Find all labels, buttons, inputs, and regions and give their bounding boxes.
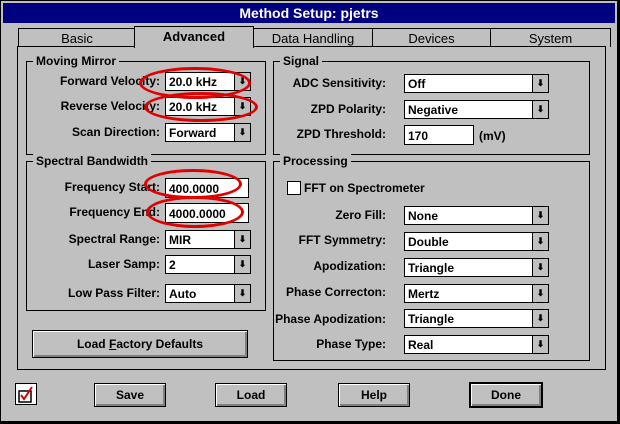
low-pass-filter-value: Auto: [169, 287, 197, 301]
signal-group: Signal ADC Sensitivity: Off ⬇ ZPD Polari…: [273, 54, 590, 155]
apodization-select[interactable]: Triangle ⬇: [404, 258, 549, 277]
frequency-start-value: 400.0000: [169, 182, 220, 196]
chevron-down-icon[interactable]: ⬇: [234, 231, 250, 248]
fft-symmetry-label: FFT Symmetry:: [298, 233, 386, 247]
forward-velocity-label: Forward Velocity:: [59, 74, 160, 88]
phase-type-value: Real: [408, 338, 434, 352]
chevron-down-icon[interactable]: ⬇: [532, 75, 548, 92]
chevron-down-icon[interactable]: ⬇: [234, 256, 250, 273]
chevron-down-icon[interactable]: ⬇: [532, 207, 548, 224]
window-title: Method Setup: pjetrs: [3, 3, 615, 23]
moving-mirror-group: Moving Mirror Forward Velocity: 20.0 kHz…: [26, 54, 266, 155]
chevron-down-icon[interactable]: ⬇: [532, 233, 548, 250]
phase-correction-select[interactable]: Mertz ⬇: [404, 284, 549, 303]
zero-fill-value: None: [408, 209, 438, 223]
done-button[interactable]: Done: [469, 382, 543, 408]
chevron-down-icon[interactable]: ⬇: [532, 259, 548, 276]
zpd-polarity-select[interactable]: Negative ⬇: [404, 100, 549, 119]
apodization-value: Triangle: [408, 261, 455, 275]
processing-group: Processing FFT on Spectrometer Zero Fill…: [273, 154, 590, 361]
tab-data-handling[interactable]: Data Handling: [253, 28, 373, 47]
chevron-down-icon[interactable]: ⬇: [234, 124, 250, 141]
chevron-down-icon[interactable]: ⬇: [532, 101, 548, 118]
adc-sensitivity-value: Off: [408, 77, 426, 91]
frequency-end-field[interactable]: 4000.0000: [165, 203, 249, 223]
laser-samp-select[interactable]: 2 ⬇: [165, 255, 251, 274]
adc-sensitivity-select[interactable]: Off ⬇: [404, 74, 549, 93]
forward-velocity-value: 20.0 kHz: [169, 75, 218, 89]
frequency-start-label: Frequency Start:: [64, 180, 160, 194]
load-factory-defaults-label-pre: Load: [76, 337, 109, 351]
processing-title: Processing: [280, 154, 351, 168]
zpd-threshold-label: ZPD Threshold:: [296, 127, 386, 141]
apodization-label: Apodization:: [313, 259, 386, 273]
zpd-threshold-unit: (mV): [479, 129, 506, 143]
chevron-down-icon[interactable]: ⬇: [532, 310, 548, 327]
frequency-start-field[interactable]: 400.0000: [165, 178, 249, 198]
chevron-down-icon[interactable]: ⬇: [234, 285, 250, 302]
chevron-down-icon[interactable]: ⬇: [234, 73, 250, 90]
help-button[interactable]: Help: [338, 383, 410, 407]
low-pass-filter-label: Low Pass Filter:: [67, 286, 160, 300]
zpd-threshold-field[interactable]: 170: [404, 125, 474, 145]
adc-sensitivity-label: ADC Sensitivity:: [292, 76, 386, 90]
method-setup-window: Method Setup: pjetrs Basic Advanced Data…: [0, 0, 618, 422]
spectral-range-select[interactable]: MIR ⬇: [165, 230, 251, 249]
laser-samp-label: Laser Samp:: [87, 257, 160, 271]
spectral-bandwidth-group: Spectral Bandwidth Frequency Start: 400.…: [26, 154, 266, 311]
frequency-end-value: 4000.0000: [169, 207, 226, 221]
advanced-panel: Moving Mirror Forward Velocity: 20.0 kHz…: [17, 46, 606, 370]
phase-correction-value: Mertz: [408, 287, 440, 301]
phase-apodization-select[interactable]: Triangle ⬇: [404, 309, 549, 328]
scan-direction-label: Scan Direction:: [71, 125, 160, 139]
laser-samp-value: 2: [169, 258, 176, 272]
zpd-polarity-label: ZPD Polarity:: [310, 102, 386, 116]
scan-direction-select[interactable]: Forward ⬇: [165, 123, 251, 142]
spectral-range-label: Spectral Range:: [68, 232, 160, 246]
tab-basic[interactable]: Basic: [18, 28, 136, 47]
fft-on-spectrometer-label: FFT on Spectrometer: [304, 181, 425, 195]
phase-type-label: Phase Type:: [316, 337, 386, 351]
load-factory-defaults-label-post: actory Defaults: [116, 337, 204, 351]
phase-apodization-value: Triangle: [408, 312, 455, 326]
chevron-down-icon[interactable]: ⬇: [532, 285, 548, 302]
reverse-velocity-label: Reverse Velocity:: [60, 99, 160, 113]
lock-checkbox-icon[interactable]: [15, 383, 37, 405]
load-button[interactable]: Load: [215, 383, 287, 407]
fft-on-spectrometer-checkbox[interactable]: [287, 181, 301, 195]
frequency-end-label: Frequency End:: [69, 205, 160, 219]
chevron-down-icon[interactable]: ⬇: [234, 98, 250, 115]
reverse-velocity-value: 20.0 kHz: [169, 100, 218, 114]
tab-advanced[interactable]: Advanced: [134, 26, 254, 48]
load-factory-defaults-button[interactable]: Load Factory Defaults: [32, 330, 248, 358]
fft-symmetry-value: Double: [408, 235, 449, 249]
tab-devices[interactable]: Devices: [372, 28, 491, 47]
spectral-bandwidth-title: Spectral Bandwidth: [33, 154, 152, 168]
zpd-threshold-value: 170: [408, 129, 429, 143]
tab-system[interactable]: System: [490, 28, 611, 47]
spectral-range-value: MIR: [169, 233, 191, 247]
reverse-velocity-select[interactable]: 20.0 kHz ⬇: [165, 97, 251, 116]
signal-title: Signal: [280, 54, 323, 68]
fft-symmetry-select[interactable]: Double ⬇: [404, 232, 549, 251]
forward-velocity-select[interactable]: 20.0 kHz ⬇: [165, 72, 251, 91]
phase-apodization-label: Phase Apodization:: [275, 312, 386, 326]
scan-direction-value: Forward: [169, 126, 217, 140]
low-pass-filter-select[interactable]: Auto ⬇: [165, 284, 251, 303]
moving-mirror-title: Moving Mirror: [33, 54, 119, 68]
zero-fill-select[interactable]: None ⬇: [404, 206, 549, 225]
chevron-down-icon[interactable]: ⬇: [532, 336, 548, 353]
zero-fill-label: Zero Fill:: [335, 208, 386, 222]
phase-type-select[interactable]: Real ⬇: [404, 335, 549, 354]
phase-correction-label: Phase Correcton:: [285, 285, 386, 299]
zpd-polarity-value: Negative: [408, 103, 459, 117]
save-button[interactable]: Save: [94, 383, 166, 407]
